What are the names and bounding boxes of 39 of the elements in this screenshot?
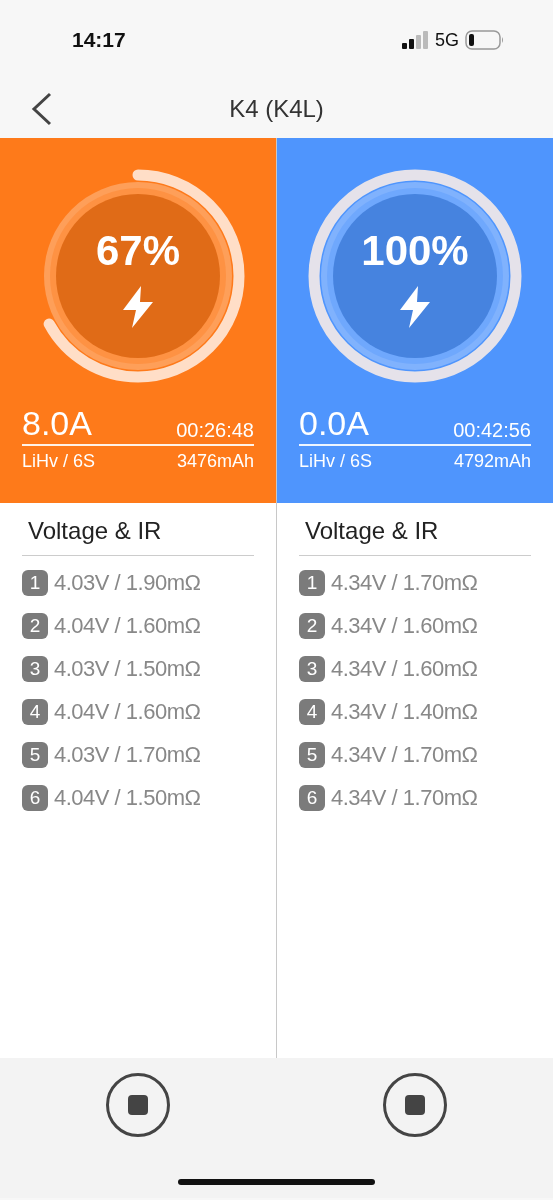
cell-number: 3: [299, 656, 325, 682]
cell-number: 6: [299, 785, 325, 811]
network-label: 5G: [435, 29, 459, 51]
cell-reading: 4.34V / 1.70mΩ: [331, 742, 478, 768]
cell-number: 2: [22, 613, 48, 639]
cell-reading: 4.34V / 1.60mΩ: [331, 656, 478, 682]
cell-reading: 4.03V / 1.70mΩ: [54, 742, 201, 768]
cell-number: 2: [299, 613, 325, 639]
screen-title: K4 (K4L): [229, 95, 324, 123]
cell-number: 5: [299, 742, 325, 768]
capacity-reading: 4792mAh: [453, 450, 531, 472]
cell-number: 4: [299, 699, 325, 725]
elapsed-time: 00:42:56: [453, 418, 531, 442]
section-title: Voltage & IR: [299, 517, 531, 556]
cell-reading: 4.04V / 1.50mΩ: [54, 785, 201, 811]
cell-number: 5: [22, 742, 48, 768]
status-time: 14:17: [72, 28, 126, 52]
cell-reading: 4.04V / 1.60mΩ: [54, 613, 201, 639]
battery-type: LiHv / 6S: [299, 450, 373, 472]
cell-reading: 4.04V / 1.60mΩ: [54, 699, 201, 725]
elapsed-time: 00:26:48: [176, 418, 254, 442]
cell-reading: 4.03V / 1.90mΩ: [54, 570, 201, 596]
cell-reading: 4.34V / 1.70mΩ: [331, 785, 478, 811]
cell-number: 6: [22, 785, 48, 811]
battery-type: LiHv / 6S: [22, 450, 96, 472]
charge-percent: 100%: [361, 230, 469, 272]
charge-percent: 67%: [95, 230, 181, 272]
capacity-reading: 3476mAh: [176, 450, 254, 472]
section-title: Voltage & IR: [22, 517, 254, 556]
cell-reading: 4.34V / 1.60mΩ: [331, 613, 478, 639]
cell-reading: 4.03V / 1.50mΩ: [54, 656, 201, 682]
cell-number: 3: [22, 656, 48, 682]
cell-number: 4: [22, 699, 48, 725]
cell-reading: 4.34V / 1.70mΩ: [331, 570, 478, 596]
cell-reading: 4.34V / 1.40mΩ: [331, 699, 478, 725]
current-reading: 8.0A: [22, 406, 92, 442]
current-reading: 0.0A: [299, 406, 369, 442]
cell-number: 1: [299, 570, 325, 596]
cell-number: 1: [22, 570, 48, 596]
